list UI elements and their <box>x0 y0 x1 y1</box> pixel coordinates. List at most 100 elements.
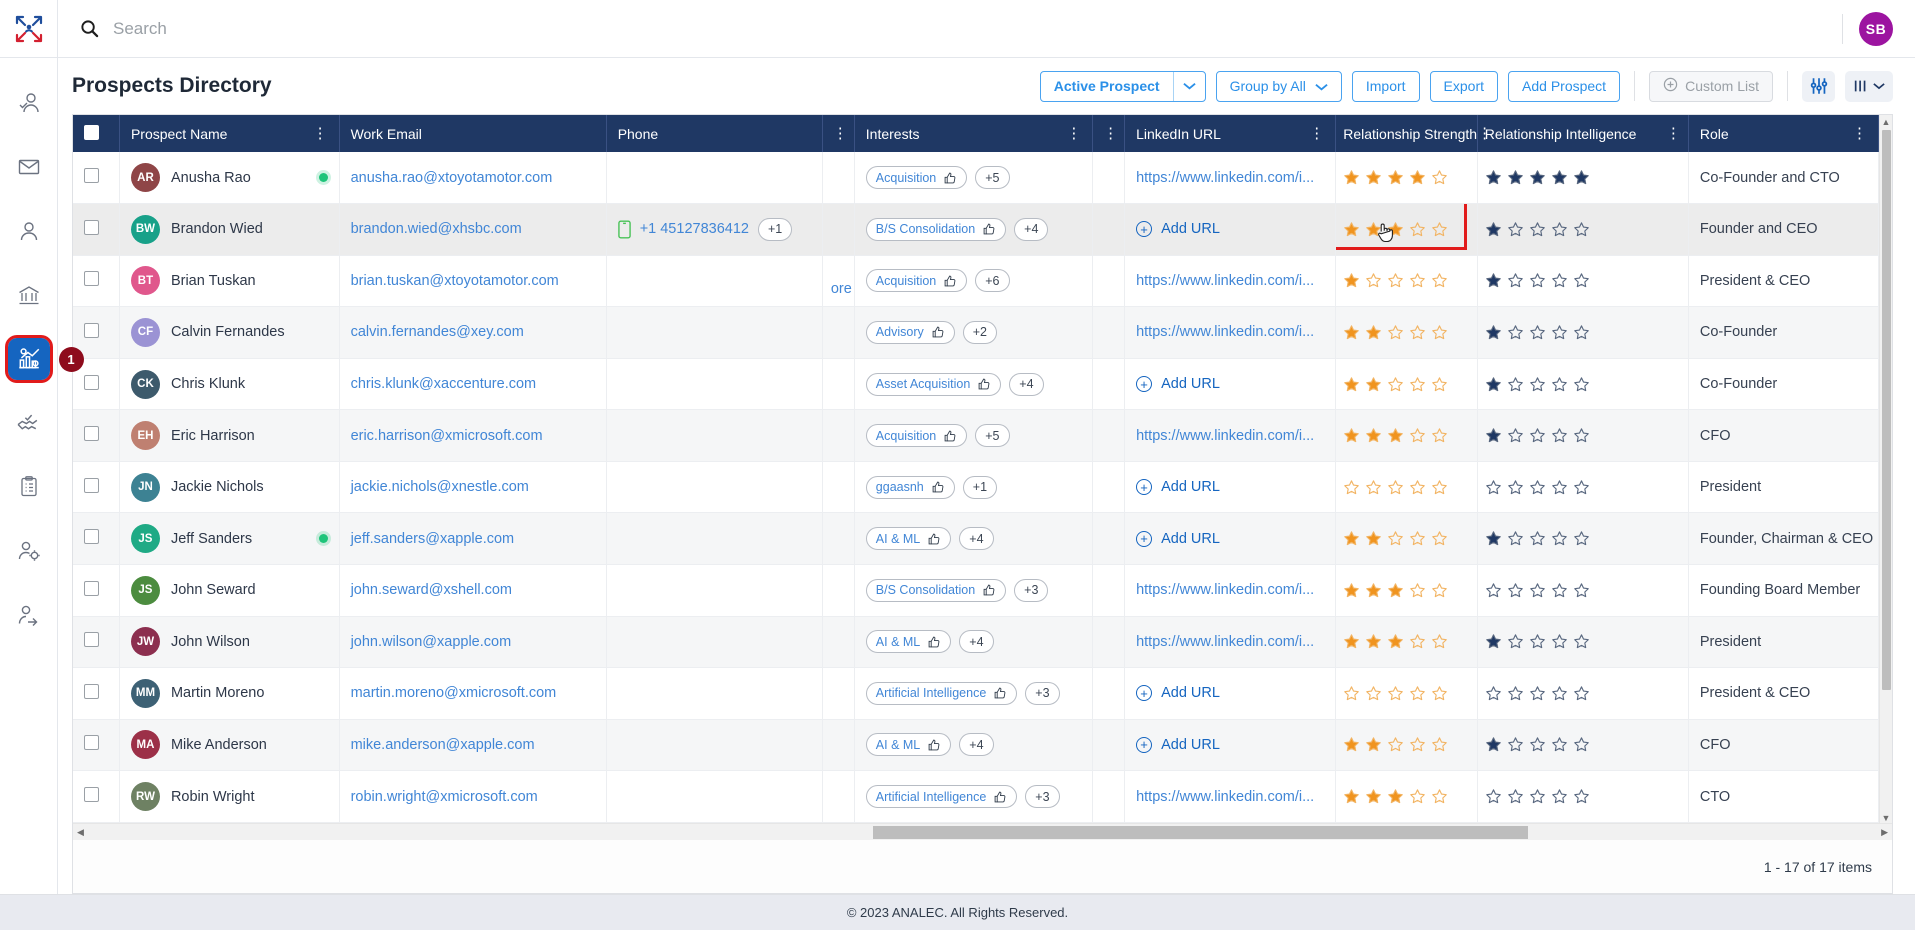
search-bar[interactable] <box>58 18 1842 39</box>
table-row[interactable]: CK Chris Klunk chris.klunk@xaccenture.co… <box>73 358 1880 411</box>
phone-number-cell[interactable] <box>606 409 824 462</box>
relationship-strength-rating[interactable] <box>1343 788 1469 805</box>
interest-extra-count[interactable]: +3 <box>1025 681 1060 705</box>
export-button[interactable]: Export <box>1429 70 1499 102</box>
star-icon[interactable] <box>1529 788 1546 805</box>
star-icon[interactable] <box>1551 788 1568 805</box>
star-icon[interactable] <box>1409 169 1426 186</box>
star-icon[interactable] <box>1507 479 1524 496</box>
star-icon[interactable] <box>1365 685 1382 702</box>
interests-cell[interactable]: AI & ML +4 <box>854 616 1094 669</box>
star-icon[interactable] <box>1507 324 1524 341</box>
relationship-strength-cell[interactable] <box>1335 461 1478 514</box>
relationship-intelligence-cell[interactable] <box>1477 203 1689 256</box>
phone-number-cell[interactable] <box>606 512 824 565</box>
star-icon[interactable] <box>1343 376 1360 393</box>
linkedin-url-link[interactable]: https://www.linkedin.com/i... <box>1136 582 1314 598</box>
work-email-cell[interactable]: martin.moreno@xmicrosoft.com <box>339 667 607 720</box>
work-email-link[interactable]: eric.harrison@xmicrosoft.com <box>351 428 543 444</box>
work-email-cell[interactable]: anusha.rao@xtoyotamotor.com <box>339 152 607 205</box>
star-icon[interactable] <box>1529 530 1546 547</box>
star-icon[interactable] <box>1551 427 1568 444</box>
star-icon[interactable] <box>1485 685 1502 702</box>
star-icon[interactable] <box>1409 376 1426 393</box>
add-url-button[interactable]: + Add URL <box>1136 685 1324 702</box>
star-icon[interactable] <box>1529 427 1546 444</box>
star-icon[interactable] <box>1529 221 1546 238</box>
row-select-cell[interactable] <box>73 667 120 720</box>
interest-extra-count[interactable]: +4 <box>959 527 994 551</box>
interest-extra-count[interactable]: +4 <box>1014 217 1049 241</box>
row-select-cell[interactable] <box>73 461 120 514</box>
star-icon[interactable] <box>1573 479 1590 496</box>
star-icon[interactable] <box>1365 479 1382 496</box>
relationship-intelligence-rating[interactable] <box>1485 324 1681 341</box>
star-icon[interactable] <box>1387 272 1404 289</box>
interests-cell[interactable]: Advisory +2 <box>854 306 1094 359</box>
prospect-name-cell[interactable]: RW Robin Wright <box>119 770 340 823</box>
select-all-header[interactable] <box>73 115 120 152</box>
interests-cell[interactable]: ggaasnh +1 <box>854 461 1094 514</box>
phone-number-cell[interactable]: +1 45127836412 +1 <box>606 203 824 256</box>
table-row[interactable]: BW Brandon Wied brandon.wied@xhsbc.com +… <box>73 203 1880 256</box>
work-email-link[interactable]: chris.klunk@xaccenture.com <box>351 376 537 392</box>
interest-extra-count[interactable]: +6 <box>975 269 1010 293</box>
phone-extra-count[interactable]: +1 <box>757 217 793 241</box>
app-logo[interactable] <box>0 0 58 58</box>
select-all-checkbox[interactable] <box>84 124 99 140</box>
relationship-intelligence-rating[interactable] <box>1485 685 1681 702</box>
star-icon[interactable] <box>1507 530 1524 547</box>
work-email-cell[interactable]: jeff.sanders@xapple.com <box>339 512 607 565</box>
star-icon[interactable] <box>1529 272 1546 289</box>
star-icon[interactable] <box>1365 324 1382 341</box>
kebab-menu-icon[interactable]: ⋮ <box>1852 126 1867 141</box>
sidebar-item-profile[interactable] <box>8 210 50 252</box>
row-checkbox[interactable] <box>84 683 99 699</box>
interest-extra-count[interactable]: +3 <box>1014 578 1049 602</box>
interest-tag[interactable]: AI & ML <box>865 630 952 654</box>
star-icon[interactable] <box>1387 376 1404 393</box>
star-icon[interactable] <box>1529 582 1546 599</box>
linkedin-url-cell[interactable]: + Add URL <box>1124 512 1337 565</box>
relationship-strength-cell[interactable] <box>1335 409 1478 462</box>
star-icon[interactable] <box>1551 376 1568 393</box>
relationship-strength-rating[interactable] <box>1343 427 1469 444</box>
column-header-interests[interactable]: Interests ⋮ <box>854 115 1094 152</box>
interest-tag[interactable]: Advisory <box>865 320 955 344</box>
avatar[interactable]: SB <box>1859 11 1893 46</box>
row-checkbox[interactable] <box>84 219 99 235</box>
star-icon[interactable] <box>1409 685 1426 702</box>
star-icon[interactable] <box>1573 633 1590 650</box>
star-icon[interactable] <box>1485 479 1502 496</box>
star-icon[interactable] <box>1365 376 1382 393</box>
phone-number-cell[interactable] <box>606 616 824 669</box>
relationship-intelligence-cell[interactable] <box>1477 358 1689 411</box>
relationship-intelligence-cell[interactable] <box>1477 306 1689 359</box>
star-icon[interactable] <box>1485 736 1502 753</box>
table-row[interactable]: JN Jackie Nichols jackie.nichols@xnestle… <box>73 461 1880 514</box>
kebab-menu-icon[interactable]: ⋮ <box>1309 126 1324 141</box>
phone-number[interactable]: +1 45127836412 <box>640 221 749 237</box>
relationship-intelligence-cell[interactable] <box>1477 719 1689 772</box>
phone-number-cell[interactable] <box>606 667 824 720</box>
kebab-menu-icon[interactable]: ⋮ <box>313 126 328 141</box>
work-email-link[interactable]: robin.wright@xmicrosoft.com <box>351 789 538 805</box>
work-email-cell[interactable]: john.wilson@xapple.com <box>339 616 607 669</box>
row-checkbox[interactable] <box>84 529 99 545</box>
star-icon[interactable] <box>1485 272 1502 289</box>
star-icon[interactable] <box>1343 530 1360 547</box>
star-icon[interactable] <box>1343 169 1360 186</box>
table-row[interactable]: RW Robin Wright robin.wright@xmicrosoft.… <box>73 770 1880 823</box>
relationship-intelligence-rating[interactable] <box>1485 376 1681 393</box>
linkedin-url-cell[interactable]: + Add URL <box>1124 461 1337 514</box>
linkedin-url-cell[interactable]: https://www.linkedin.com/i... <box>1124 409 1337 462</box>
add-url-button[interactable]: + Add URL <box>1136 479 1324 496</box>
column-header-role[interactable]: Role ⋮ <box>1688 115 1880 152</box>
star-icon[interactable] <box>1365 272 1382 289</box>
relationship-intelligence-rating[interactable] <box>1485 272 1681 289</box>
relationship-strength-cell[interactable] <box>1335 616 1478 669</box>
star-icon[interactable] <box>1409 788 1426 805</box>
star-icon[interactable] <box>1387 427 1404 444</box>
prospect-name-cell[interactable]: MA Mike Anderson <box>119 719 340 772</box>
thumbs-up-icon[interactable] <box>993 790 1007 804</box>
